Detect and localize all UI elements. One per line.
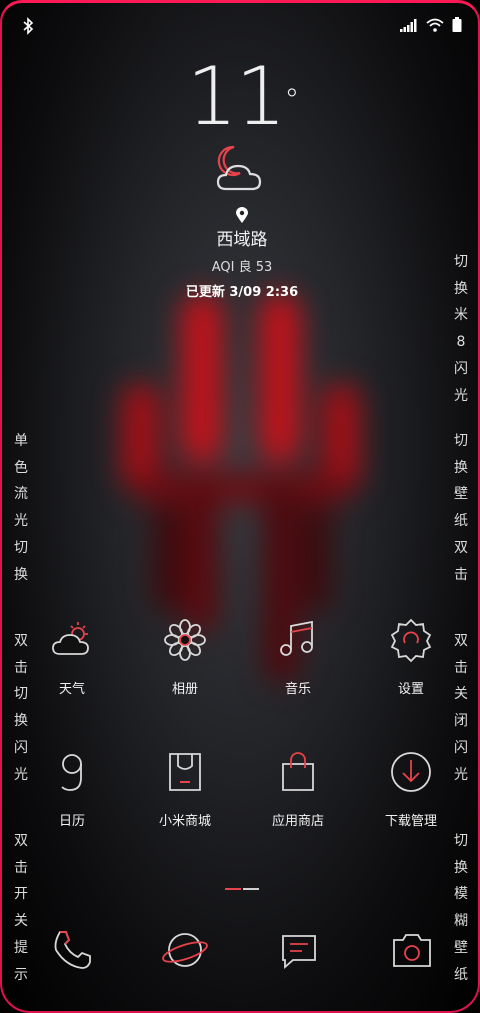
browser-icon [162,933,208,967]
app-weather[interactable]: 天气 [17,616,127,697]
gesture-hint-right-4: 切换模糊壁纸 [454,833,468,983]
settings-icon [390,618,432,663]
app-gallery[interactable]: 相册 [130,616,240,697]
updated-time: 已更新 3/09 2:36 [185,285,299,300]
signal-icon [400,17,418,36]
location-pin-icon [2,207,478,223]
messages-icon [282,935,316,969]
weather-widget[interactable]: 11° 西域路 AQI 良 53 已更新 3/09 2:36 [2,50,478,301]
status-bar [2,17,478,39]
download-icon [391,752,431,792]
weather-icon [52,622,89,655]
phone-screen: 11° 西域路 AQI 良 53 已更新 3/09 2:36 切换米8闪光 切换… [0,0,480,1013]
page-indicator [225,876,259,895]
phone-icon [54,931,91,969]
app-store-icon [282,752,314,791]
gesture-hint-right-1: 切换米8闪光 [454,254,468,404]
app-app-store[interactable]: 应用商店 [243,748,353,829]
gesture-hint-left-3: 双击开关提示 [14,833,28,983]
location-name: 西域路 [216,230,268,250]
app-mi-store[interactable]: 小米商城 [130,748,240,829]
gesture-hint-right-2: 切换壁纸双击 [454,433,468,583]
calendar-icon [61,754,82,791]
dock-camera[interactable] [388,926,436,974]
camera-icon [393,934,431,967]
app-download[interactable]: 下载管理 [356,748,466,829]
wifi-icon [426,17,444,36]
temperature: 11° [186,50,300,143]
aqi-text: AQI 良 53 [211,260,273,275]
battery-icon [452,17,462,36]
gallery-icon [164,619,206,661]
app-calendar[interactable]: 日历 [17,748,127,829]
music-icon [280,620,313,656]
mi-store-icon [169,753,201,791]
dock-browser[interactable] [161,926,209,974]
bluetooth-icon [22,17,34,39]
night-cloudy-icon [2,143,478,199]
gesture-hint-left-1: 单色流光切换 [14,433,28,583]
dock-messages[interactable] [275,926,323,974]
app-settings[interactable]: 设置 [356,616,466,697]
app-music[interactable]: 音乐 [243,616,353,697]
dock-phone[interactable] [48,926,96,974]
